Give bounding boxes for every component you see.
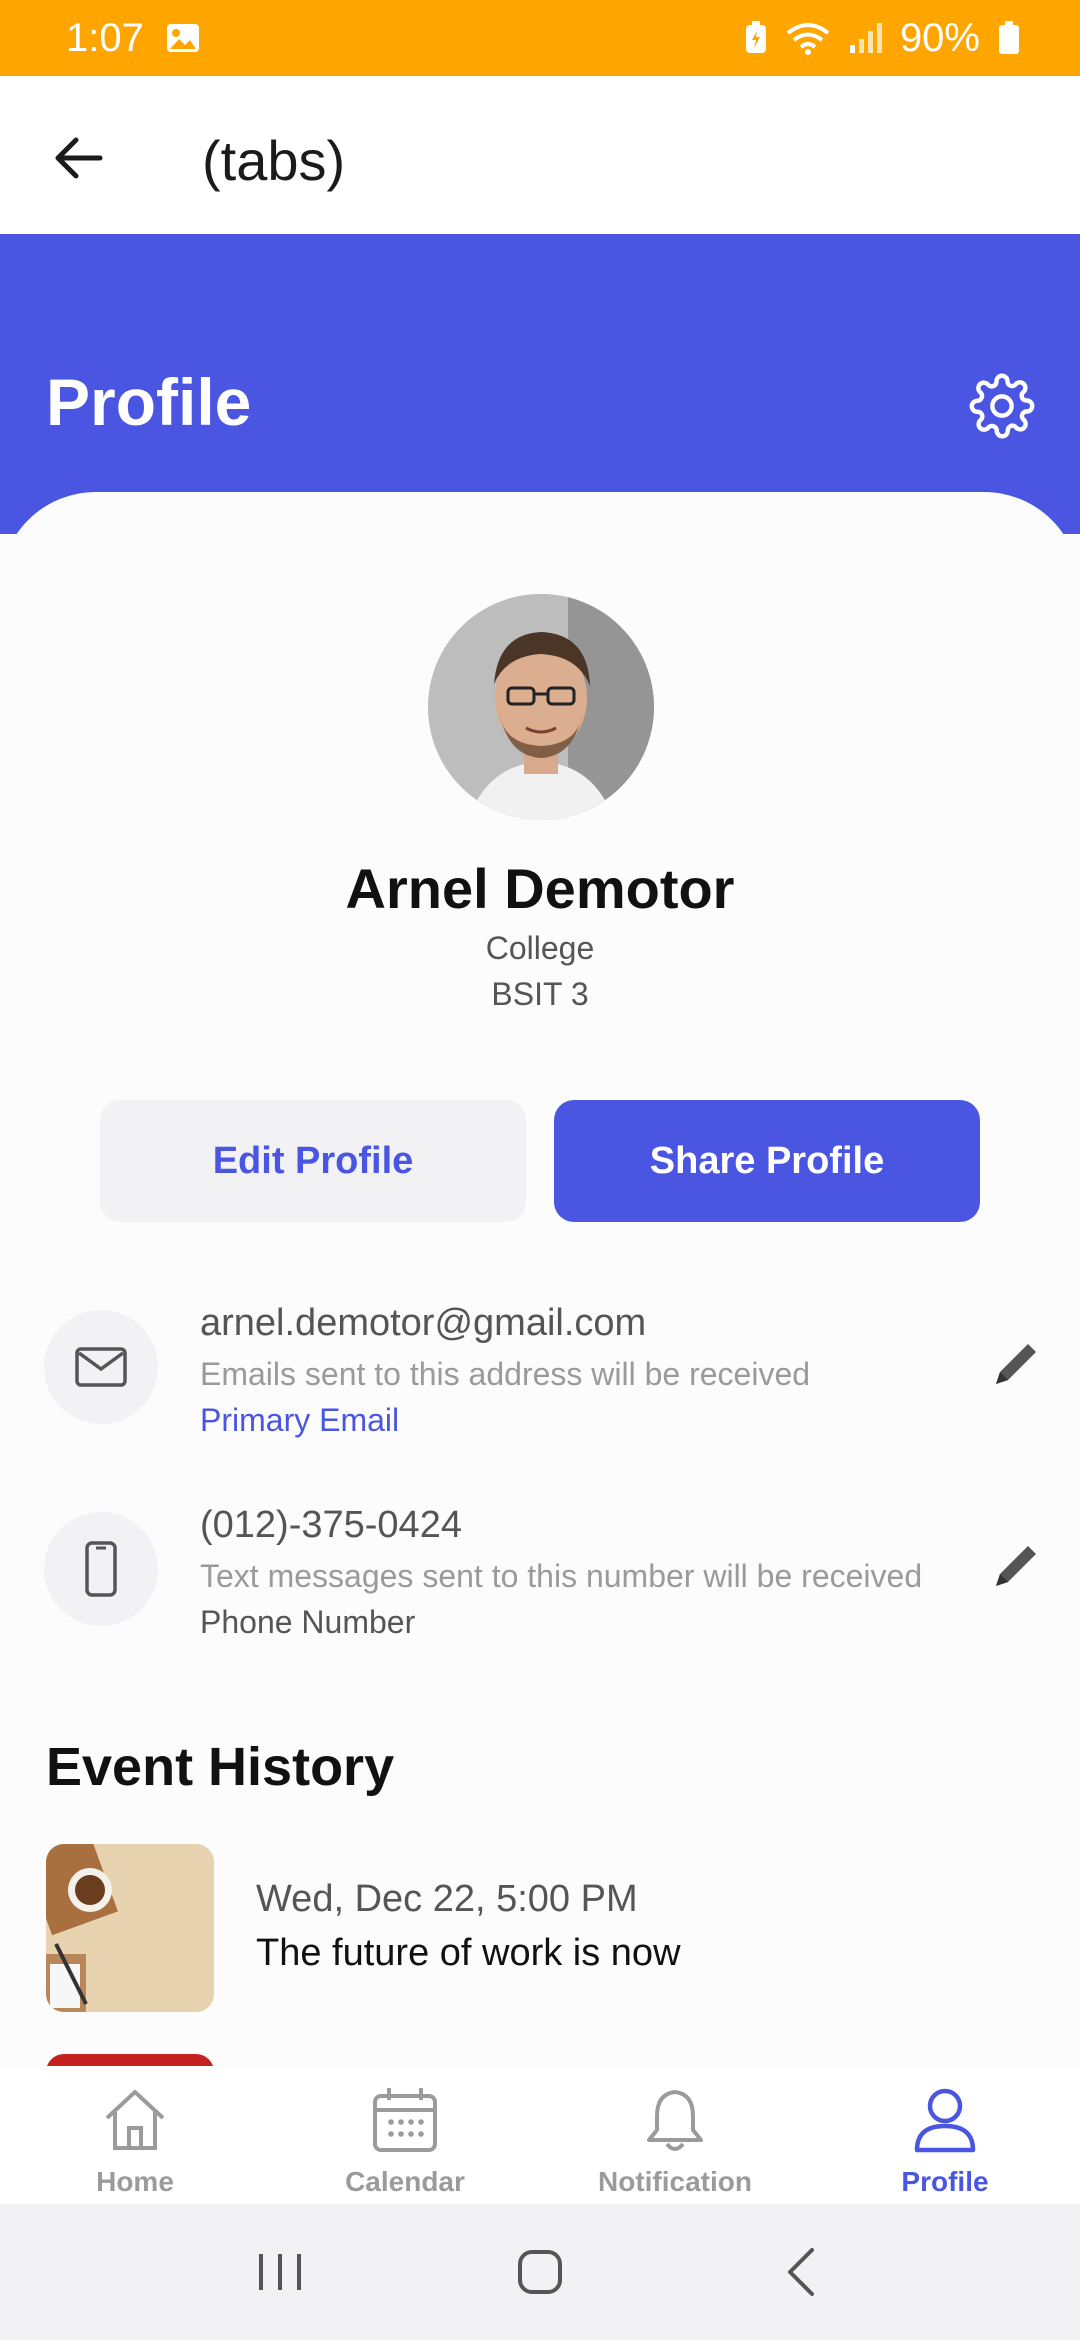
back-system-button[interactable] xyxy=(760,2232,840,2312)
nav-item-home[interactable]: Home xyxy=(0,2066,270,2204)
nav-label-notification: Notification xyxy=(598,2166,752,2197)
edit-profile-button[interactable]: Edit Profile xyxy=(100,1100,526,1222)
arrow-left-icon xyxy=(55,137,103,179)
app-bar-title: (tabs) xyxy=(202,129,346,192)
pencil-icon xyxy=(996,1344,1036,1384)
phone-value: (012)-375-0424 xyxy=(200,1504,462,1546)
status-bar: 1:07 90% xyxy=(0,0,1080,76)
mail-icon xyxy=(44,1310,158,1424)
nav-label-profile: Profile xyxy=(901,2166,989,2197)
pencil-icon xyxy=(996,1546,1036,1586)
battery-percent: 90% xyxy=(899,15,980,60)
gear-icon xyxy=(969,373,1035,439)
bottom-nav: Home Calendar Notification Profile xyxy=(0,2066,1080,2204)
gallery-icon xyxy=(166,23,200,53)
nav-label-calendar: Calendar xyxy=(345,2166,465,2197)
battery-icon xyxy=(998,21,1020,55)
user-department: College xyxy=(485,930,595,966)
user-course: BSIT 3 xyxy=(491,976,589,1012)
event-history-title: Event History xyxy=(46,1737,395,1797)
bell-icon xyxy=(637,2082,713,2158)
status-time: 1:07 xyxy=(66,15,144,60)
event-item[interactable]: Wed, Dec 22, 5:00 PM The future of work … xyxy=(0,1844,1080,2014)
signal-icon xyxy=(848,21,882,55)
avatar xyxy=(428,594,654,820)
settings-button[interactable] xyxy=(964,368,1040,444)
event-title: The future of work is now xyxy=(256,1932,681,1974)
event-thumbnail xyxy=(46,1844,214,2012)
share-profile-button[interactable]: Share Profile xyxy=(554,1100,980,1222)
event-date: Wed, Dec 22, 5:00 PM xyxy=(256,1878,638,1920)
home-icon xyxy=(97,2082,173,2158)
phone-description: Text messages sent to this number will b… xyxy=(200,1558,923,1594)
nav-item-calendar[interactable]: Calendar xyxy=(270,2066,540,2204)
wifi-icon xyxy=(786,21,830,55)
nav-item-notification[interactable]: Notification xyxy=(540,2066,810,2204)
page-title: Profile xyxy=(46,365,252,439)
email-description: Emails sent to this address will be rece… xyxy=(200,1356,811,1392)
user-name: Arnel Demotor xyxy=(345,857,735,920)
chevron-left-icon xyxy=(788,2248,814,2296)
email-row: arnel.demotor@gmail.com Emails sent to t… xyxy=(0,1302,1080,1460)
recent-apps-icon xyxy=(259,2254,301,2290)
edit-phone-button[interactable] xyxy=(986,1536,1046,1596)
nav-item-profile[interactable]: Profile xyxy=(810,2066,1080,2204)
home-circle-icon xyxy=(518,2250,562,2294)
app-bar: (tabs) xyxy=(0,76,1080,234)
email-tag: Primary Email xyxy=(200,1402,400,1438)
email-value: arnel.demotor@gmail.com xyxy=(200,1302,647,1344)
edit-email-button[interactable] xyxy=(986,1334,1046,1394)
back-button[interactable] xyxy=(46,126,110,190)
system-nav-bar xyxy=(0,2204,1080,2340)
profile-header: Profile xyxy=(0,234,1080,534)
phone-icon xyxy=(44,1512,158,1626)
phone-tag: Phone Number xyxy=(200,1604,416,1640)
calendar-icon xyxy=(367,2082,443,2158)
phone-row: (012)-375-0424 Text messages sent to thi… xyxy=(0,1504,1080,1662)
nav-label-home: Home xyxy=(96,2166,174,2197)
home-system-button[interactable] xyxy=(500,2232,580,2312)
screen: 1:07 90% (tabs) Profile Arnel Demotor Co… xyxy=(0,0,1080,2340)
battery-saver-icon xyxy=(744,21,768,55)
user-icon xyxy=(907,2082,983,2158)
recent-apps-button[interactable] xyxy=(240,2232,320,2312)
